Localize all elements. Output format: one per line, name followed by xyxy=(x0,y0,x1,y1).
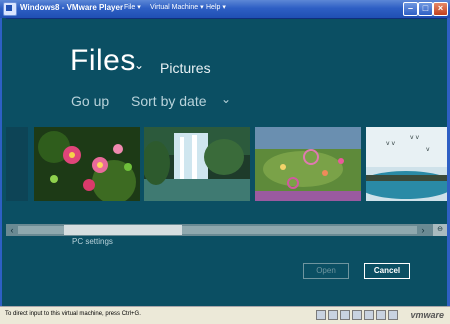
pc-settings-link[interactable]: PC settings xyxy=(72,237,113,246)
status-bar: To direct input to this virtual machine,… xyxy=(0,306,450,324)
horizontal-scrollbar[interactable]: ‹ › ⊖ xyxy=(6,224,447,236)
sort-chevron-icon[interactable]: ⌄ xyxy=(221,92,231,106)
cancel-button[interactable]: Cancel xyxy=(364,263,410,279)
sound-icon[interactable] xyxy=(364,310,374,320)
network-icon[interactable] xyxy=(340,310,350,320)
scrollbar-thumb[interactable] xyxy=(64,225,182,235)
svg-text:v: v xyxy=(426,146,430,153)
minimize-button[interactable]: – xyxy=(403,2,418,16)
menu-file[interactable]: File ▾ xyxy=(124,3,141,11)
message-icon[interactable] xyxy=(388,310,398,320)
close-button[interactable]: × xyxy=(433,2,448,16)
location-title[interactable]: Files xyxy=(70,44,136,78)
title-bar: Windows8 - VMware Player File ▾ Virtual … xyxy=(0,0,450,19)
vmware-app-icon xyxy=(3,2,17,16)
menu-help-label: Help xyxy=(206,4,221,11)
menu-vm-label: Virtual Machine xyxy=(150,4,199,11)
thumbnail-lake-birds[interactable]: v v v v v xyxy=(366,127,447,201)
chevron-down-icon[interactable]: ⌄ xyxy=(134,58,144,72)
strip-left-edge xyxy=(6,127,28,201)
thumbnail-waterfall[interactable] xyxy=(144,127,250,201)
menu-file-label: File xyxy=(124,4,136,11)
scroll-right-icon[interactable]: › xyxy=(417,224,429,236)
printer-icon[interactable] xyxy=(376,310,386,320)
menu-virtual-machine[interactable]: Virtual Machine ▾ xyxy=(150,3,204,11)
zoom-icon[interactable]: ⊖ xyxy=(433,224,447,236)
vmware-logo: vmware xyxy=(410,310,444,320)
breadcrumb[interactable]: Pictures xyxy=(160,60,211,76)
open-button[interactable]: Open xyxy=(303,263,349,279)
cd-drive-icon[interactable] xyxy=(328,310,338,320)
svg-text:v v: v v xyxy=(386,140,395,147)
hard-disk-icon[interactable] xyxy=(316,310,326,320)
thumbnail-flower-clock[interactable] xyxy=(255,127,361,201)
vmware-window: Windows8 - VMware Player File ▾ Virtual … xyxy=(0,0,450,324)
scroll-left-icon[interactable]: ‹ xyxy=(6,224,18,236)
menu-help[interactable]: Help ▾ xyxy=(206,3,226,11)
sort-dropdown[interactable]: Sort by date xyxy=(131,93,207,109)
maximize-button[interactable]: □ xyxy=(418,2,433,16)
go-up-button[interactable]: Go up xyxy=(71,93,109,109)
window-title: Windows8 - VMware Player xyxy=(20,3,124,12)
usb-icon[interactable] xyxy=(352,310,362,320)
status-hint: To direct input to this virtual machine,… xyxy=(5,311,141,317)
svg-text:v v: v v xyxy=(410,134,419,141)
thumbnail-flowers[interactable] xyxy=(34,127,140,201)
